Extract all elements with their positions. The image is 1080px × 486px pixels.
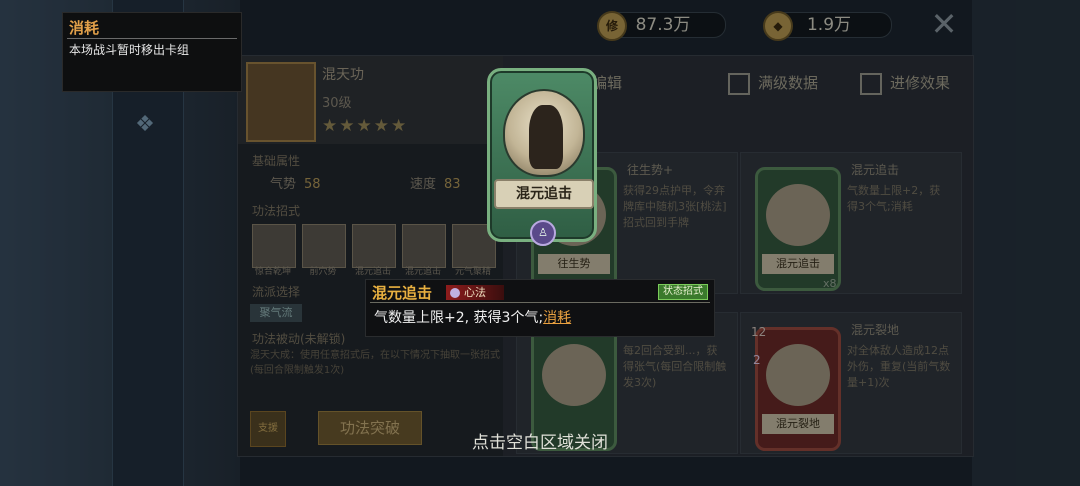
card-description: 混元追击 心法 状态招式 气数量上限+2, 获得3个气;消耗 <box>365 279 715 337</box>
tooltip-text: 本场战斗暂时移出卡组 <box>69 43 190 57</box>
monk-figure-icon <box>529 105 563 169</box>
card-desc-name: 混元追击 <box>372 284 433 302</box>
card-type-badge: 心法 <box>446 285 504 300</box>
keyword-link[interactable]: 消耗 <box>543 310 571 326</box>
card-name: 混元追击 <box>494 179 594 209</box>
close-hint: 点击空白区域关闭 <box>472 433 608 453</box>
gem-icon: ♙ <box>530 220 556 246</box>
card-effect-text: 气数量上限+2, 获得3个气;消耗 <box>374 307 571 327</box>
tooltip-divider <box>67 38 237 39</box>
tooltip-title: 消耗 <box>69 19 100 37</box>
enlarged-card[interactable]: 混元追击 ♙ <box>487 68 597 246</box>
card-art <box>503 89 585 177</box>
desc-divider <box>370 302 710 303</box>
card-effect-main: 气数量上限+2, 获得3个气; <box>374 310 544 326</box>
keyword-tooltip: 消耗 本场战斗暂时移出卡组 <box>62 12 242 92</box>
card-type-label: 心法 <box>464 286 486 299</box>
card-tag: 状态招式 <box>658 284 708 300</box>
gem-icon <box>450 288 460 298</box>
